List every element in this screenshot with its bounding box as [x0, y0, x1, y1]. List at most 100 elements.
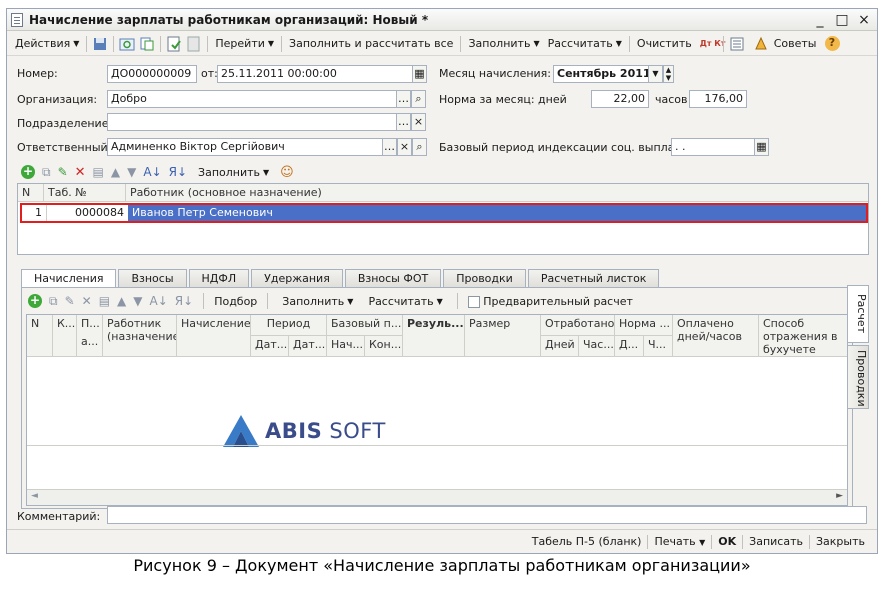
move-up-icon[interactable]: ▲ [117, 294, 126, 308]
move-down-icon[interactable]: ▼ [133, 294, 142, 308]
tab-postings[interactable]: Проводки [443, 269, 526, 287]
col-size-header[interactable]: Размер [465, 315, 541, 357]
number-field[interactable]: ДО000000009 [107, 65, 197, 83]
scroll-right-icon[interactable]: ► [836, 491, 843, 501]
copy-icon[interactable] [139, 36, 155, 52]
col-norm-hours-header[interactable]: Ч... [644, 336, 673, 357]
scroll-left-icon[interactable]: ◄ [31, 491, 38, 501]
maximize-button[interactable]: □ [835, 11, 849, 29]
actions-menu[interactable]: Действия ▼ [11, 37, 83, 50]
open-search-icon[interactable]: ⌕ [412, 138, 427, 156]
col-worked-header[interactable]: Отработано [541, 315, 615, 336]
clear-x-icon[interactable]: × [397, 138, 412, 156]
date-field[interactable]: 25.11.2011 00:00:00 [217, 65, 413, 83]
tab-payslip[interactable]: Расчетный листок [527, 269, 660, 287]
col-period-header[interactable]: Период [251, 315, 327, 336]
norm-hours-field[interactable]: 176,00 [689, 90, 747, 108]
col-n-header[interactable]: N [18, 184, 44, 202]
move-up-icon[interactable]: ▲ [111, 165, 120, 179]
minimize-button[interactable]: _ [813, 11, 827, 29]
col-k-header[interactable]: К... [53, 315, 77, 357]
side-tab-calc[interactable]: Расчет [847, 285, 869, 343]
close-window-button[interactable]: × [857, 11, 871, 29]
sort-descending-icon[interactable]: Я↓ [169, 165, 187, 179]
delete-icon[interactable]: ✕ [82, 294, 92, 308]
col-result-header[interactable]: Резуль... [403, 315, 465, 357]
tab-ndfl[interactable]: НДФЛ [188, 269, 250, 287]
col-worked-hours-header[interactable]: Час... [579, 336, 615, 357]
col-worker-header[interactable]: Работник (основное назначение) [126, 184, 868, 202]
col-period-to-header[interactable]: Дат... [289, 336, 327, 357]
tab-accruals[interactable]: Начисления [21, 269, 117, 288]
col-n-header[interactable]: N [27, 315, 53, 357]
unpost-document-icon[interactable] [186, 36, 202, 52]
move-down-icon[interactable]: ▼ [127, 165, 136, 179]
chevron-down-icon[interactable]: ▼ [648, 65, 663, 83]
print-menu[interactable]: Печать ▼ [648, 535, 711, 548]
save-to-db-icon[interactable] [92, 36, 108, 52]
col-norm-header[interactable]: Норма ... [615, 315, 673, 336]
tab-deductions[interactable]: Удержания [251, 269, 343, 287]
clear-x-icon[interactable]: × [411, 113, 426, 131]
save-row-icon[interactable]: ▤ [93, 165, 104, 179]
col-method-header[interactable]: Способ отражения в бухучете [759, 315, 847, 357]
copy-row-icon[interactable]: ⧉ [49, 294, 58, 309]
accruals-calculate-menu[interactable]: Рассчитать ▼ [364, 295, 446, 308]
col-base-start-header[interactable]: Нач... [327, 336, 365, 357]
tabel-p5-button[interactable]: Табель П-5 (бланк) [526, 535, 648, 548]
add-row-icon[interactable]: + [28, 294, 42, 308]
refresh-icon[interactable] [119, 36, 135, 52]
col-a-header[interactable]: а... [77, 333, 103, 357]
horizontal-scrollbar[interactable]: ◄ ► [27, 489, 847, 505]
dt-kt-button[interactable]: Дт Кт [696, 39, 726, 48]
select-ellipsis-icon[interactable]: … [382, 138, 397, 156]
edit-pencil-icon[interactable]: ✎ [65, 294, 75, 308]
base-period-field[interactable]: . . [671, 138, 755, 156]
calendar-icon[interactable]: ▦ [412, 65, 427, 83]
delete-icon[interactable]: ✕ [75, 165, 86, 180]
copy-row-icon[interactable]: ⧉ [42, 165, 51, 180]
responsible-field[interactable]: Админенко Віктор Сергійович [107, 138, 383, 156]
save-row-icon[interactable]: ▤ [99, 294, 110, 308]
select-employees-icon[interactable]: ☺ [280, 165, 294, 180]
list-icon[interactable] [729, 36, 745, 52]
close-button[interactable]: Закрыть [810, 535, 871, 548]
fill-menu[interactable]: Заполнить ▼ [464, 37, 543, 50]
help-button[interactable]: ? [821, 36, 844, 51]
calendar-icon[interactable]: ▦ [754, 138, 769, 156]
accrual-month-field[interactable]: Сентябрь 2011 [553, 65, 649, 83]
col-worked-days-header[interactable]: Дней [541, 336, 579, 357]
norm-days-field[interactable]: 22,00 [591, 90, 649, 108]
comment-field[interactable] [107, 506, 867, 524]
fill-calc-all-button[interactable]: Заполнить и рассчитать все [285, 37, 457, 50]
employees-fill-menu[interactable]: Заполнить ▼ [194, 166, 273, 179]
col-norm-days-header[interactable]: Д... [615, 336, 644, 357]
select-ellipsis-icon[interactable]: … [396, 113, 411, 131]
col-base-header[interactable]: Базовый п... [327, 315, 403, 336]
organization-field[interactable]: Добро [107, 90, 397, 108]
empty-row[interactable] [27, 445, 847, 487]
clear-button[interactable]: Очистить [633, 37, 696, 50]
sort-ascending-icon[interactable]: A↓ [143, 165, 161, 179]
preliminary-calc-checkbox[interactable]: Предварительный расчет [467, 295, 633, 308]
col-accrual-header[interactable]: Начисление [177, 315, 251, 357]
post-document-icon[interactable] [166, 36, 182, 52]
select-ellipsis-icon[interactable]: … [396, 90, 411, 108]
select-button[interactable]: Подбор [214, 295, 257, 308]
table-row[interactable]: 1 0000084 Иванов Петр Семенович [20, 203, 868, 223]
sort-ascending-icon[interactable]: A↓ [150, 294, 168, 308]
edit-pencil-icon[interactable]: ✎ [58, 165, 68, 179]
col-worker-header[interactable]: Работник (назначение) [103, 315, 177, 357]
spin-updown-icon[interactable]: ▲ ▼ [663, 65, 674, 83]
open-search-icon[interactable]: ⌕ [411, 90, 426, 108]
ok-button[interactable]: OK [712, 535, 742, 548]
save-button[interactable]: Записать [743, 535, 809, 548]
tab-fot-contributions[interactable]: Взносы ФОТ [344, 269, 442, 287]
side-tab-postings[interactable]: Проводки [847, 345, 869, 409]
department-field[interactable] [107, 113, 397, 131]
col-base-end-header[interactable]: Кон... [365, 336, 403, 357]
col-tab-header[interactable]: Таб. № [44, 184, 126, 202]
sort-descending-icon[interactable]: Я↓ [175, 294, 193, 308]
goto-menu[interactable]: Перейти ▼ [211, 37, 278, 50]
add-row-icon[interactable]: + [21, 165, 35, 179]
